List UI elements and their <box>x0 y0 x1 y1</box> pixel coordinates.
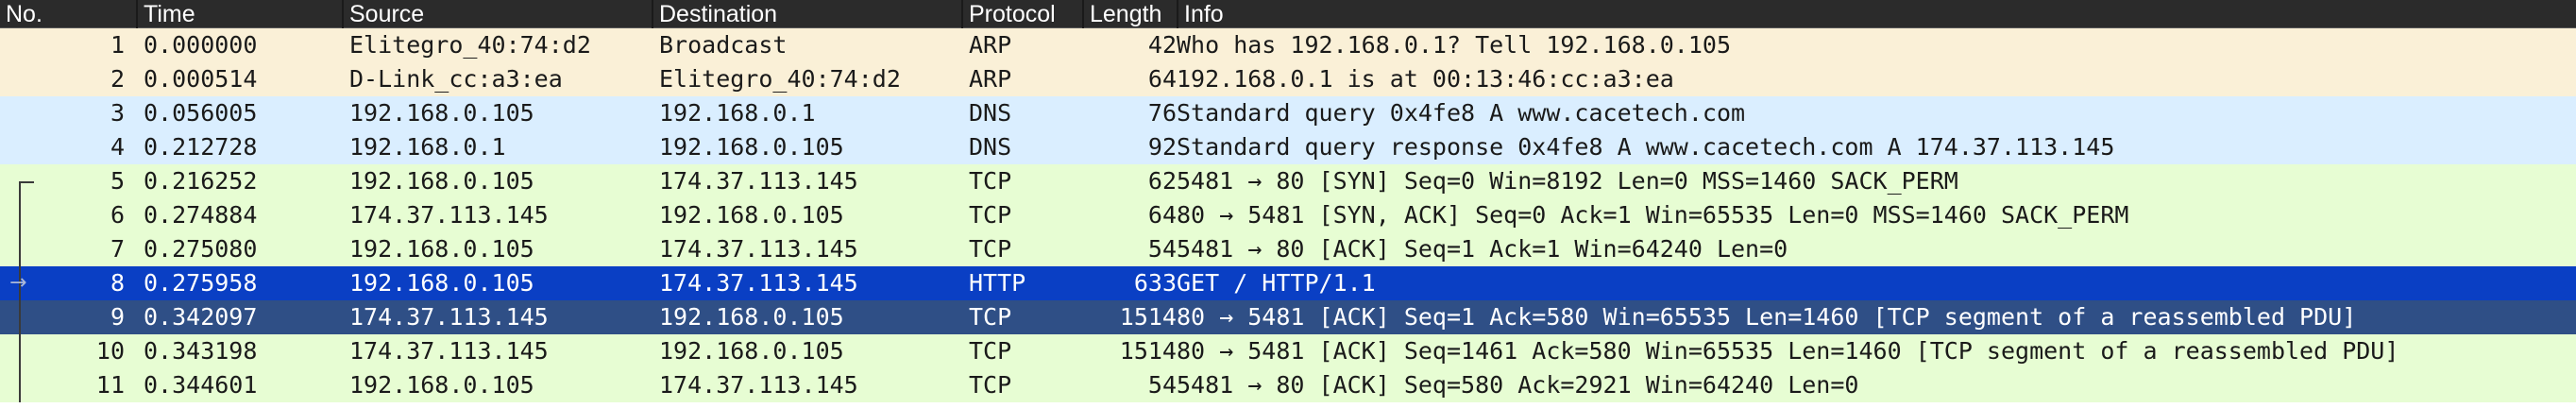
packet-source-cell: 174.37.113.145 <box>349 337 549 365</box>
column-header-info[interactable]: Info <box>1177 0 2576 28</box>
packet-protocol-cell: ARP <box>969 65 1012 93</box>
packet-time-cell: 0.000514 <box>144 65 258 93</box>
packet-list[interactable]: No. Time Source Destination Protocol Len… <box>0 0 2576 408</box>
packet-destination-cell: 192.168.0.105 <box>659 201 844 229</box>
packet-source-cell: 192.168.0.105 <box>349 269 534 297</box>
packet-destination-cell: Elitegro_40:74:d2 <box>659 65 901 93</box>
column-header-source[interactable]: Source <box>342 0 652 28</box>
packet-protocol-cell: HTTP <box>969 269 1026 297</box>
packet-destination-cell: Broadcast <box>659 31 788 59</box>
packet-source-cell: Elitegro_40:74:d2 <box>349 31 591 59</box>
packet-info-cell: 80 → 5481 [ACK] Seq=1 Ack=580 Win=65535 … <box>1177 303 2357 331</box>
packet-info-cell: 5481 → 80 [ACK] Seq=1 Ack=1 Win=64240 Le… <box>1177 235 1788 263</box>
packet-row[interactable]: 7 0.275080 192.168.0.105 174.37.113.145 TCP 5… <box>0 232 2576 266</box>
column-header-protocol[interactable]: Protocol <box>961 0 1082 28</box>
packet-no-cell: 11 <box>95 371 125 399</box>
packet-row[interactable]: 6 0.274884 174.37.113.145 192.168.0.105 TCP 6… <box>0 198 2576 232</box>
packet-protocol-cell: TCP <box>969 303 1012 331</box>
packet-rows: 1 0.000000 Elitegro_40:74:d2 Broadcast ARP 42… <box>0 28 2576 402</box>
packet-row[interactable]: 5 0.216252 192.168.0.105 174.37.113.145 TCP 6… <box>0 164 2576 198</box>
packet-protocol-cell: TCP <box>969 337 1012 365</box>
packet-protocol-cell: TCP <box>969 167 1012 195</box>
packet-protocol-cell: TCP <box>969 235 1012 263</box>
packet-time-cell: 0.212728 <box>144 133 258 161</box>
packet-no-cell: 1 <box>110 31 125 59</box>
packet-row[interactable]: 11 0.344601 192.168.0.105 174.37.113.145 TCP… <box>0 368 2576 402</box>
packet-no-cell: 6 <box>110 201 125 229</box>
packet-length-cell: 633 <box>1133 269 1177 297</box>
packet-length-cell: 54 <box>1147 371 1177 399</box>
packet-no-cell: 4 <box>110 133 125 161</box>
packet-destination-cell: 174.37.113.145 <box>659 371 858 399</box>
packet-info-cell: 192.168.0.1 is at 00:13:46:cc:a3:ea <box>1177 65 1674 93</box>
column-header-time[interactable]: Time <box>136 0 342 28</box>
packet-info-cell: GET / HTTP/1.1 <box>1177 269 1376 297</box>
packet-no-cell: 8 <box>110 269 125 297</box>
packet-protocol-cell: ARP <box>969 31 1012 59</box>
packet-time-cell: 0.275080 <box>144 235 258 263</box>
packet-protocol-cell: TCP <box>969 371 1012 399</box>
packet-destination-cell: 192.168.0.105 <box>659 303 844 331</box>
packet-source-cell: 192.168.0.105 <box>349 167 534 195</box>
packet-length-cell: 76 <box>1147 99 1177 127</box>
packet-source-cell: 192.168.0.105 <box>349 235 534 263</box>
packet-length-cell: 62 <box>1147 167 1177 195</box>
packet-length-cell: 92 <box>1147 133 1177 161</box>
packet-length-cell: 54 <box>1147 235 1177 263</box>
packet-destination-cell: 174.37.113.145 <box>659 269 858 297</box>
packet-no-cell: 9 <box>110 303 125 331</box>
packet-no-cell: 10 <box>95 337 125 365</box>
packet-destination-cell: 192.168.0.1 <box>659 99 816 127</box>
packet-info-cell: Standard query response 0x4fe8 A www.cac… <box>1177 133 2115 161</box>
packet-destination-cell: 192.168.0.105 <box>659 337 844 365</box>
packet-no-cell: 2 <box>110 65 125 93</box>
packet-info-cell: 80 → 5481 [ACK] Seq=1461 Ack=580 Win=655… <box>1177 337 2399 365</box>
column-header-length[interactable]: Length <box>1082 0 1177 28</box>
packet-time-cell: 0.216252 <box>144 167 258 195</box>
packet-length-cell: 1514 <box>1119 337 1177 365</box>
packet-length-cell: 1514 <box>1119 303 1177 331</box>
packet-source-cell: D-Link_cc:a3:ea <box>349 65 563 93</box>
packet-row[interactable]: 4 0.212728 192.168.0.1 192.168.0.105 DNS 92 St… <box>0 130 2576 164</box>
packet-list-header: No. Time Source Destination Protocol Len… <box>0 0 2576 28</box>
column-header-no[interactable]: No. <box>0 0 136 28</box>
column-header-destination[interactable]: Destination <box>652 0 961 28</box>
packet-destination-cell: 174.37.113.145 <box>659 235 858 263</box>
packet-protocol-cell: TCP <box>969 201 1012 229</box>
packet-time-cell: 0.000000 <box>144 31 258 59</box>
packet-destination-cell: 174.37.113.145 <box>659 167 858 195</box>
packet-no-cell: 5 <box>110 167 125 195</box>
packet-row[interactable]: 1 0.000000 Elitegro_40:74:d2 Broadcast ARP 42… <box>0 28 2576 62</box>
packet-length-cell: 64 <box>1147 65 1177 93</box>
packet-row[interactable]: 2 0.000514 D-Link_cc:a3:ea Elitegro_40:74:d… <box>0 62 2576 96</box>
packet-info-cell: 5481 → 80 [SYN] Seq=0 Win=8192 Len=0 MSS… <box>1177 167 1958 195</box>
packet-row[interactable]: 10 0.343198 174.37.113.145 192.168.0.105 TCP… <box>0 334 2576 368</box>
packet-time-cell: 0.344601 <box>144 371 258 399</box>
packet-source-cell: 192.168.0.105 <box>349 99 534 127</box>
packet-protocol-cell: DNS <box>969 99 1012 127</box>
packet-length-cell: 64 <box>1147 201 1177 229</box>
packet-source-cell: 192.168.0.105 <box>349 371 534 399</box>
packet-time-cell: 0.275958 <box>144 269 258 297</box>
packet-info-cell: Standard query 0x4fe8 A www.cacetech.com <box>1177 99 1746 127</box>
packet-destination-cell: 192.168.0.105 <box>659 133 844 161</box>
packet-row[interactable]: 9 0.342097 174.37.113.145 192.168.0.105 TCP 1… <box>0 300 2576 334</box>
packet-no-cell: 3 <box>110 99 125 127</box>
packet-time-cell: 0.056005 <box>144 99 258 127</box>
packet-info-cell: 5481 → 80 [ACK] Seq=580 Ack=2921 Win=642… <box>1177 371 1859 399</box>
packet-row[interactable]: 3 0.056005 192.168.0.105 192.168.0.1 DNS 76 St… <box>0 96 2576 130</box>
packet-info-cell: Who has 192.168.0.1? Tell 192.168.0.105 <box>1177 31 1731 59</box>
packet-protocol-cell: DNS <box>969 133 1012 161</box>
packet-length-cell: 42 <box>1147 31 1177 59</box>
packet-source-cell: 192.168.0.1 <box>349 133 506 161</box>
packet-info-cell: 80 → 5481 [SYN, ACK] Seq=0 Ack=1 Win=655… <box>1177 201 2129 229</box>
packet-time-cell: 0.342097 <box>144 303 258 331</box>
packet-source-cell: 174.37.113.145 <box>349 303 549 331</box>
packet-row[interactable]: 8 0.275958 192.168.0.105 174.37.113.145 HTTP… <box>0 266 2576 300</box>
packet-source-cell: 174.37.113.145 <box>349 201 549 229</box>
packet-time-cell: 0.274884 <box>144 201 258 229</box>
packet-time-cell: 0.343198 <box>144 337 258 365</box>
packet-no-cell: 7 <box>110 235 125 263</box>
